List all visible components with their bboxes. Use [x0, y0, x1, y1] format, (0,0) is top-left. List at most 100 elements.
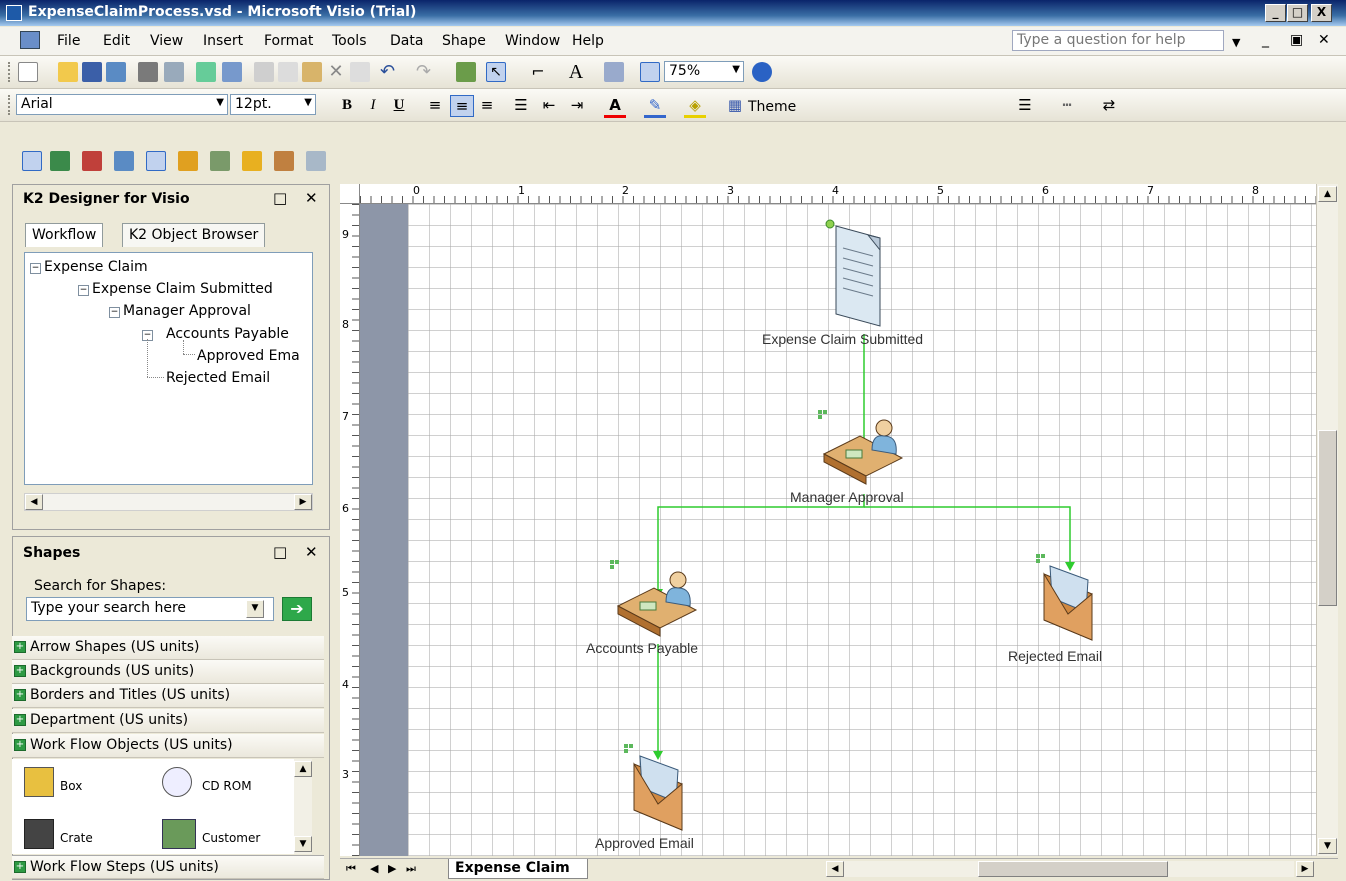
close-button[interactable]: X: [1311, 4, 1332, 22]
tree-collapse-icon[interactable]: −: [30, 263, 41, 274]
print-icon[interactable]: [138, 62, 158, 82]
panel-maximize-icon[interactable]: □: [273, 543, 287, 561]
cut-icon[interactable]: [254, 62, 274, 82]
undo-icon[interactable]: ↶: [380, 62, 400, 82]
doc-restore-icon[interactable]: ▣: [1290, 32, 1303, 48]
increase-indent-icon[interactable]: ⇥: [566, 95, 588, 115]
node-label[interactable]: Expense Claim Submitted: [762, 331, 923, 347]
print-preview-icon[interactable]: [164, 62, 184, 82]
scroll-left-icon[interactable]: ◀: [826, 861, 844, 877]
scroll-thumb[interactable]: [978, 861, 1168, 877]
person-at-desk-icon[interactable]: [822, 419, 904, 485]
minimize-button[interactable]: _: [1265, 4, 1286, 22]
restore-button[interactable]: □: [1287, 4, 1308, 22]
scroll-down-icon[interactable]: ▼: [294, 836, 312, 852]
envelope-icon[interactable]: [1043, 565, 1093, 641]
theme-label[interactable]: Theme: [748, 99, 796, 115]
menu-insert[interactable]: Insert: [203, 33, 243, 49]
line-ends-icon[interactable]: ⇄: [1098, 95, 1120, 115]
line-color-icon[interactable]: ✎: [644, 95, 666, 118]
k2-deploy-icon[interactable]: [178, 151, 198, 171]
tab-workflow[interactable]: Workflow: [25, 223, 104, 247]
scroll-thumb[interactable]: [1318, 430, 1337, 606]
align-center-icon[interactable]: ≡: [450, 95, 474, 117]
new-icon[interactable]: [18, 62, 38, 82]
search-go-icon[interactable]: ➔: [282, 597, 312, 621]
person-at-desk-icon[interactable]: [616, 571, 698, 637]
document-menu-icon[interactable]: [20, 31, 40, 49]
ruler-corner[interactable]: [340, 184, 360, 204]
node-label[interactable]: Approved Email: [595, 835, 694, 851]
k2-workflow-icon[interactable]: [22, 151, 42, 171]
align-left-icon[interactable]: ≡: [424, 95, 446, 115]
stencil-work-flow-objects[interactable]: + Work Flow Objects (US units): [12, 734, 324, 758]
k2-add-icon[interactable]: [50, 151, 70, 171]
customer-shape-icon[interactable]: [162, 819, 196, 849]
font-select[interactable]: Arial ▼: [16, 94, 228, 115]
font-color-icon[interactable]: A: [604, 95, 626, 118]
box-shape-icon[interactable]: [24, 767, 54, 797]
connector-manager-accounts[interactable]: [657, 494, 865, 594]
panel-close-icon[interactable]: ✕: [305, 189, 318, 207]
scroll-up-icon[interactable]: ▲: [294, 761, 312, 777]
spelling-icon[interactable]: [196, 62, 216, 82]
stencil-work-flow-steps[interactable]: + Work Flow Steps (US units): [12, 855, 324, 879]
align-right-icon[interactable]: ≡: [476, 95, 498, 115]
envelope-icon[interactable]: [633, 755, 683, 831]
first-page-icon[interactable]: ⏮: [346, 862, 356, 876]
menu-tools[interactable]: Tools: [332, 33, 367, 49]
fill-color-icon[interactable]: ◈: [684, 95, 706, 118]
tree-collapse-icon[interactable]: −: [78, 285, 89, 296]
tree-item[interactable]: Rejected Email: [166, 370, 270, 386]
document-icon[interactable]: [835, 225, 881, 327]
k2-process-icon[interactable]: [210, 151, 230, 171]
stencil-borders-titles[interactable]: + Borders and Titles (US units): [12, 684, 324, 708]
cd-rom-shape-icon[interactable]: [162, 767, 192, 797]
tree-horizontal-scrollbar[interactable]: ◀ ▶: [24, 493, 313, 511]
search-dropdown-icon[interactable]: ▼: [246, 600, 264, 618]
menu-file[interactable]: File: [57, 33, 80, 49]
prev-page-icon[interactable]: ◀: [370, 862, 378, 875]
connector-tool-icon[interactable]: ⌐: [528, 62, 548, 82]
page-tab-expense-claim[interactable]: Expense Claim: [448, 859, 588, 879]
italic-button[interactable]: I: [362, 95, 384, 115]
node-label[interactable]: Manager Approval: [790, 489, 904, 505]
stencil-scrollbar[interactable]: ▲ ▼: [294, 759, 312, 854]
panel-close-icon[interactable]: ✕: [305, 543, 318, 561]
scroll-right-icon[interactable]: ▶: [294, 494, 312, 510]
delete-icon[interactable]: ✕: [326, 62, 346, 82]
zoom-select[interactable]: 75% ▼: [664, 61, 744, 82]
last-page-icon[interactable]: ⏭: [406, 862, 416, 876]
tree-item[interactable]: Manager Approval: [123, 303, 251, 319]
menu-shape[interactable]: Shape: [442, 33, 486, 49]
scroll-right-icon[interactable]: ▶: [1296, 861, 1314, 877]
redo-icon[interactable]: ↷: [416, 62, 436, 82]
help-search-input[interactable]: Type a question for help: [1012, 30, 1224, 51]
menu-edit[interactable]: Edit: [103, 33, 130, 49]
style-icon[interactable]: [604, 62, 624, 82]
paste-icon[interactable]: [302, 62, 322, 82]
underline-button[interactable]: U: [388, 95, 410, 115]
shapes-window-icon[interactable]: [456, 62, 476, 82]
scroll-down-icon[interactable]: ▼: [1318, 838, 1337, 854]
pan-zoom-icon[interactable]: [640, 62, 660, 82]
open-icon[interactable]: [58, 62, 78, 82]
k2-tree-icon[interactable]: [146, 151, 166, 171]
stencil-backgrounds[interactable]: + Backgrounds (US units): [12, 660, 324, 684]
k2-properties-icon[interactable]: [114, 151, 134, 171]
menu-view[interactable]: View: [150, 33, 183, 49]
doc-minimize-icon[interactable]: _: [1262, 32, 1269, 48]
scroll-left-icon[interactable]: ◀: [25, 494, 43, 510]
drawing-canvas[interactable]: Expense Claim Submitted Manager Approval…: [360, 204, 1316, 856]
tree-item[interactable]: Expense Claim: [44, 259, 148, 275]
doc-close-icon[interactable]: ✕: [1318, 32, 1330, 48]
text-tool-icon[interactable]: A: [566, 62, 586, 82]
menu-window[interactable]: Window: [505, 33, 560, 49]
menu-help[interactable]: Help: [572, 33, 604, 49]
k2-export-icon[interactable]: [242, 151, 262, 171]
copy-icon[interactable]: [278, 62, 298, 82]
canvas-horizontal-scrollbar[interactable]: [844, 861, 1294, 877]
tree-item[interactable]: Approved Ema: [197, 348, 300, 364]
save-icon[interactable]: [82, 62, 102, 82]
theme-icon[interactable]: ▦: [724, 95, 746, 115]
